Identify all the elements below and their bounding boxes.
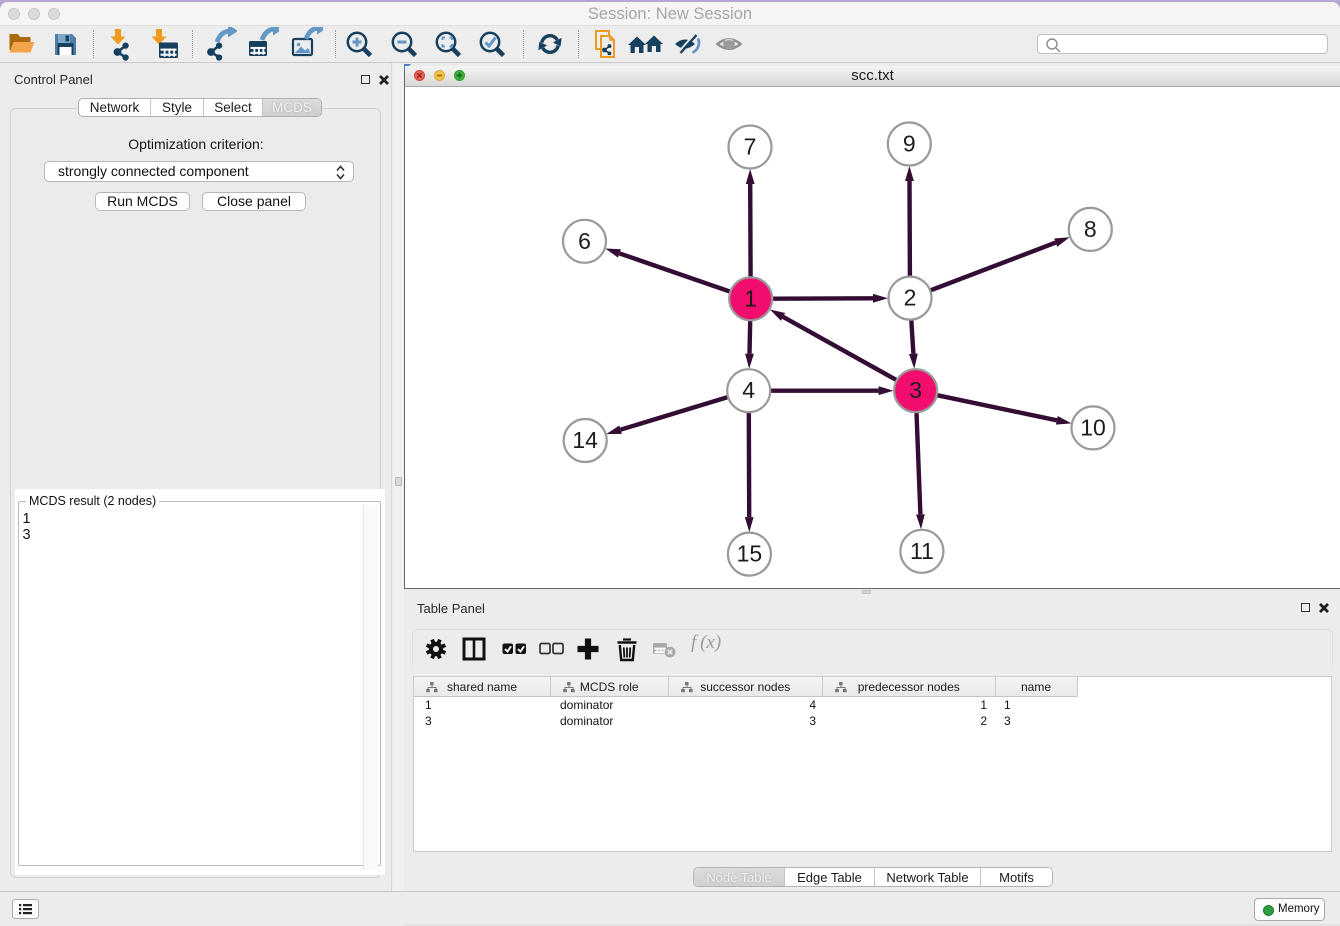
svg-text:7: 7 [744,133,757,159]
svg-text:8: 8 [1084,215,1097,241]
svg-text:9: 9 [903,130,916,156]
svg-text:15: 15 [737,540,763,566]
svg-text:10: 10 [1080,414,1106,440]
svg-text:3: 3 [909,377,922,403]
svg-text:4: 4 [742,377,755,403]
svg-text:2: 2 [904,284,917,310]
svg-text:6: 6 [578,227,591,253]
svg-text:1: 1 [744,285,757,311]
svg-text:14: 14 [572,427,598,453]
svg-text:11: 11 [910,537,934,563]
